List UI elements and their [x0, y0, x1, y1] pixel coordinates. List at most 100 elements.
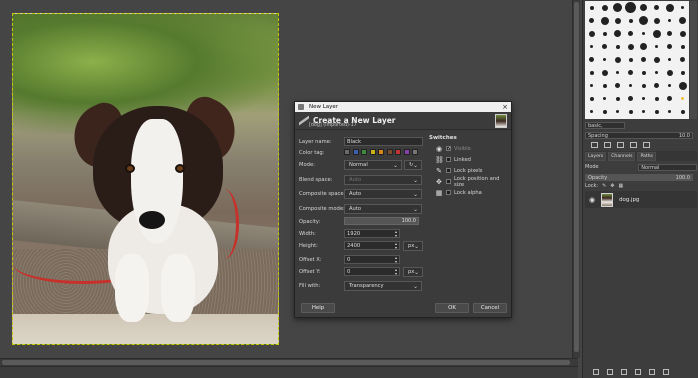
new-brush-icon[interactable]: [604, 141, 611, 148]
brush-thumbnail[interactable]: [611, 27, 624, 40]
color-tag-swatch[interactable]: [344, 149, 350, 155]
dialog-titlebar[interactable]: New Layer ×: [295, 102, 511, 112]
lock-position-checkbox[interactable]: [445, 179, 451, 184]
brush-thumbnail[interactable]: [598, 27, 611, 40]
brush-thumbnail[interactable]: [676, 92, 689, 105]
lock-alpha-icon[interactable]: ▦: [619, 183, 624, 189]
brush-thumbnail[interactable]: [650, 40, 663, 53]
spacing-row[interactable]: Spacing 10.0: [585, 131, 697, 139]
brush-thumbnail[interactable]: [676, 27, 689, 40]
brush-thumbnail[interactable]: [611, 14, 624, 27]
brush-thumbnail[interactable]: [663, 79, 676, 92]
brush-thumbnail[interactable]: [585, 27, 598, 40]
brush-thumbnail[interactable]: [624, 40, 637, 53]
color-tag-swatch[interactable]: [403, 149, 410, 155]
dog-photo[interactable]: [12, 13, 279, 345]
brush-thumbnail[interactable]: [598, 1, 611, 14]
brush-thumbnail[interactable]: [637, 53, 650, 66]
brush-thumbnail[interactable]: [663, 40, 676, 53]
stepper-icon[interactable]: ▴ ▾: [395, 242, 397, 250]
brush-thumbnail[interactable]: [624, 92, 637, 105]
brush-thumbnail[interactable]: [663, 105, 676, 118]
height-input[interactable]: 2400 ▴ ▾: [344, 241, 400, 250]
lock-pixels-checkbox[interactable]: [446, 168, 451, 173]
brush-thumbnail[interactable]: [676, 66, 689, 79]
visible-switch[interactable]: ◉ ✓ Visible: [435, 144, 471, 153]
brush-thumbnail[interactable]: [663, 92, 676, 105]
brush-thumbnail[interactable]: [585, 1, 598, 14]
brush-thumbnail[interactable]: [650, 105, 663, 118]
stepper-icon[interactable]: ▴ ▾: [395, 256, 397, 264]
brush-thumbnail[interactable]: [624, 27, 637, 40]
stepper-icon[interactable]: ▴ ▾: [395, 230, 397, 238]
brush-thumbnail[interactable]: [676, 79, 689, 92]
color-tag-swatch[interactable]: [412, 149, 418, 155]
brush-thumbnail[interactable]: [624, 105, 637, 118]
raise-layer-icon[interactable]: [621, 369, 627, 375]
brush-thumbnail[interactable]: [650, 27, 663, 40]
vertical-scroll-thumb[interactable]: [574, 2, 579, 352]
brush-thumbnail[interactable]: [663, 27, 676, 40]
lock-pixels-icon[interactable]: ✎: [602, 183, 606, 189]
horizontal-scroll-thumb[interactable]: [2, 360, 570, 365]
brush-thumbnail[interactable]: [624, 14, 637, 27]
stepper-icon[interactable]: ▴ ▾: [395, 268, 397, 276]
brush-thumbnail[interactable]: [598, 66, 611, 79]
layer-mode-select[interactable]: Normal: [638, 163, 697, 171]
brush-thumbnail[interactable]: [676, 1, 689, 14]
brush-thumbnail[interactable]: [585, 14, 598, 27]
brush-thumbnail[interactable]: [663, 66, 676, 79]
width-input[interactable]: 1920 ▴ ▾: [344, 229, 400, 238]
layer-opacity-row[interactable]: Opacity 100.0: [585, 173, 697, 181]
lock-alpha-switch[interactable]: ▦ Lock alpha: [435, 188, 482, 197]
brush-thumbnail[interactable]: [611, 1, 624, 14]
brush-thumbnail[interactable]: [637, 79, 650, 92]
brush-thumbnail[interactable]: [624, 66, 637, 79]
brush-thumbnail[interactable]: [611, 79, 624, 92]
composite-mode-select[interactable]: Auto ⌄: [344, 204, 422, 214]
fill-select[interactable]: Transparency ⌄: [344, 281, 422, 291]
new-group-icon[interactable]: [607, 369, 613, 375]
brush-thumbnail[interactable]: [585, 92, 598, 105]
new-layer-icon[interactable]: [593, 369, 599, 375]
brush-thumbnail[interactable]: [598, 53, 611, 66]
edit-brush-icon[interactable]: [591, 141, 598, 148]
brush-thumbnail[interactable]: [585, 79, 598, 92]
canvas-horizontal-scrollbar[interactable]: [0, 358, 578, 366]
brush-thumbnail[interactable]: [598, 40, 611, 53]
composite-space-select[interactable]: Auto ⌄: [344, 189, 422, 199]
tab-paths[interactable]: Paths: [637, 151, 656, 161]
blend-space-select[interactable]: Auto ⌄: [344, 175, 422, 185]
opacity-slider[interactable]: 100.0: [344, 217, 419, 225]
brush-thumbnail[interactable]: [676, 40, 689, 53]
spacing-slider[interactable]: Spacing 10.0: [585, 131, 693, 139]
brush-thumbnail[interactable]: [676, 53, 689, 66]
duplicate-brush-icon[interactable]: [617, 141, 624, 148]
brush-thumbnail[interactable]: [637, 1, 650, 14]
visible-checkbox[interactable]: ✓: [446, 146, 451, 152]
offset-x-input[interactable]: 0 ▴ ▾: [344, 255, 400, 264]
brush-thumbnail[interactable]: [611, 105, 624, 118]
brush-thumbnail[interactable]: [650, 1, 663, 14]
brush-thumbnail[interactable]: [637, 66, 650, 79]
offset-unit-select[interactable]: px ⌄: [403, 267, 423, 277]
brush-thumbnail[interactable]: [637, 27, 650, 40]
close-icon[interactable]: ×: [502, 103, 508, 111]
brush-thumbnail[interactable]: [611, 53, 624, 66]
offset-y-input[interactable]: 0 ▴ ▾: [344, 267, 400, 276]
brush-thumbnail[interactable]: [585, 40, 598, 53]
lower-layer-icon[interactable]: [635, 369, 641, 375]
brush-thumbnail[interactable]: [663, 53, 676, 66]
brush-thumbnail[interactable]: [598, 79, 611, 92]
canvas-vertical-scrollbar[interactable]: [572, 0, 580, 358]
delete-brush-icon[interactable]: [630, 141, 637, 148]
linked-checkbox[interactable]: [446, 157, 451, 162]
size-unit-select[interactable]: px ⌄: [403, 241, 423, 251]
brush-grid[interactable]: [585, 1, 689, 119]
layer-row[interactable]: ◉ dog.jpg: [585, 191, 697, 208]
brush-thumbnail[interactable]: [650, 79, 663, 92]
linked-switch[interactable]: ⛓ Linked: [435, 155, 471, 164]
lock-position-icon[interactable]: ✥: [610, 183, 614, 189]
color-tag-swatch[interactable]: [369, 149, 376, 155]
brush-scrollbar[interactable]: [690, 1, 697, 119]
